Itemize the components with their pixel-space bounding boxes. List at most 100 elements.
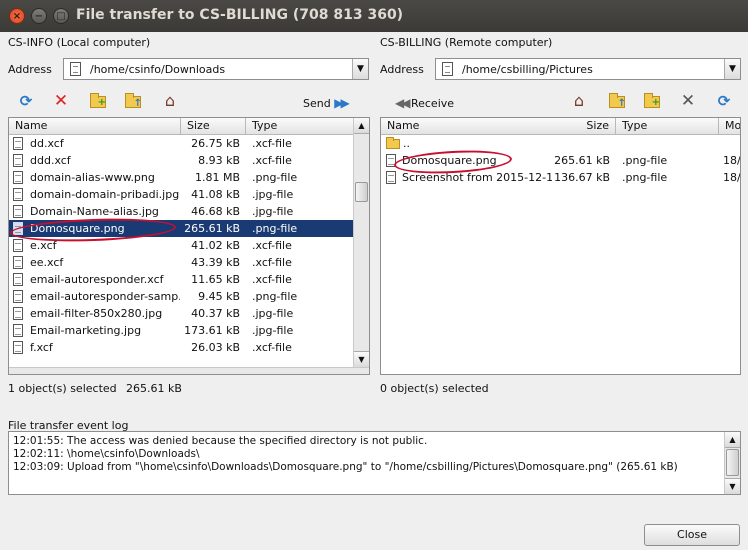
send-button[interactable]: Send ▶▶ [303, 96, 350, 110]
local-scroll-thumb[interactable] [355, 182, 368, 202]
file-icon [13, 290, 23, 303]
file-type: .png-file [622, 171, 668, 184]
local-hscrollbar[interactable] [9, 367, 369, 374]
local-file-list[interactable]: Name Size Type dd.xcf 26.75 kB .xcf-file dd… [8, 117, 370, 375]
remote-address-combo[interactable]: /home/csbilling/Pictures ▼ [435, 58, 741, 80]
local-folder-up-icon[interactable]: ↑ [124, 92, 142, 110]
local-new-folder-icon[interactable]: + [89, 92, 107, 110]
file-size: 41.02 kB [191, 239, 240, 252]
file-name: domain-alias-www.png [30, 171, 155, 184]
file-size: 11.65 kB [191, 273, 240, 286]
remote-new-folder-icon[interactable]: + [643, 92, 661, 110]
log-vscrollbar[interactable]: ▲ ▼ [724, 432, 740, 494]
file-icon [13, 222, 23, 235]
table-row[interactable]: email-filter-850x280.jpg 40.37 kB .jpg-fil… [9, 305, 355, 322]
remote-folder-up-icon[interactable]: ↑ [608, 92, 626, 110]
table-row[interactable]: ddd.xcf 8.93 kB .xcf-file [9, 152, 355, 169]
file-type: .xcf-file [252, 273, 292, 286]
window-minimize-icon[interactable]: − [31, 8, 47, 24]
local-col-size[interactable]: Size [181, 118, 246, 135]
local-delete-icon[interactable]: ✕ [52, 92, 70, 110]
scroll-down-icon[interactable]: ▼ [725, 478, 740, 494]
file-icon [386, 154, 396, 167]
file-type: .xcf-file [252, 341, 292, 354]
table-row[interactable]: domain-domain-pribadi.jpg 41.08 kB .jpg-fi… [9, 186, 355, 203]
log-line: 12:01:55: The access was denied because … [13, 435, 428, 447]
remote-heading: CS-BILLING (Remote computer) [380, 36, 553, 49]
file-size: 8.93 kB [198, 154, 240, 167]
scroll-down-icon[interactable]: ▼ [354, 351, 369, 367]
local-address-combo[interactable]: /home/csinfo/Downloads ▼ [63, 58, 369, 80]
table-row[interactable]: dd.xcf 26.75 kB .xcf-file [9, 135, 355, 152]
file-type: .xcf-file [252, 239, 292, 252]
file-type: .png-file [252, 290, 298, 303]
file-type: .png-file [622, 154, 668, 167]
scroll-up-icon[interactable]: ▲ [354, 118, 369, 134]
local-refresh-icon[interactable]: ⟳ [17, 92, 35, 110]
chevron-down-icon[interactable]: ▼ [724, 59, 740, 79]
file-modified: 18/1 [723, 171, 741, 184]
chevron-down-icon[interactable]: ▼ [352, 59, 368, 79]
table-row[interactable]: email-autoresponder.xcf 11.65 kB .xcf-file [9, 271, 355, 288]
file-name: Screenshot from 2015-12-1... [402, 171, 552, 184]
file-name: email-autoresponder.xcf [30, 273, 164, 286]
local-col-name[interactable]: Name [9, 118, 181, 135]
remote-home-icon[interactable]: ⌂ [570, 92, 588, 110]
table-row[interactable]: ee.xcf 43.39 kB .xcf-file [9, 254, 355, 271]
remote-refresh-icon[interactable]: ⟳ [715, 92, 733, 110]
file-name: domain-domain-pribadi.jpg [30, 188, 180, 201]
file-name: dd.xcf [30, 137, 64, 150]
table-row[interactable]: Email-marketing.jpg 173.61 kB .jpg-file [9, 322, 355, 339]
remote-parent-row[interactable]: .. [381, 135, 740, 152]
table-row[interactable]: Domosquare.png 265.61 kB .png-file 18/1 [381, 152, 740, 169]
file-type: .jpg-file [252, 205, 294, 218]
window-title: File transfer to CS-BILLING (708 813 360… [76, 7, 404, 23]
remote-file-list[interactable]: Name Size Type Mo .. Domosquare.png 265.6… [380, 117, 741, 375]
remote-col-modified[interactable]: Mo [719, 118, 740, 135]
file-icon [13, 324, 23, 337]
table-row[interactable]: f.xcf 26.03 kB .xcf-file [9, 339, 355, 356]
remote-col-size[interactable]: Size [531, 118, 616, 135]
file-size: 9.45 kB [198, 290, 240, 303]
file-type: .xcf-file [252, 256, 292, 269]
local-home-icon[interactable]: ⌂ [161, 92, 179, 110]
file-name: f.xcf [30, 341, 53, 354]
file-icon [13, 154, 23, 167]
file-type: .jpg-file [252, 324, 294, 337]
file-icon [13, 171, 23, 184]
file-name: Domosquare.png [30, 222, 125, 235]
file-size: 41.08 kB [191, 188, 240, 201]
file-icon [13, 239, 23, 252]
log-scroll-thumb[interactable] [726, 449, 739, 476]
table-row[interactable]: Domosquare.png 265.61 kB .png-file [9, 220, 355, 237]
file-icon [13, 188, 23, 201]
log-line: 12:02:11: \home\csinfo\Downloads\ [13, 448, 200, 460]
send-arrows-icon: ▶▶ [334, 96, 350, 110]
file-name: e.xcf [30, 239, 57, 252]
table-row[interactable]: Screenshot from 2015-12-1... 136.67 kB .pn… [381, 169, 741, 186]
local-heading: CS-INFO (Local computer) [8, 36, 151, 49]
log-line: 12:03:09: Upload from "\home\csinfo\Down… [13, 461, 678, 473]
table-row[interactable]: domain-alias-www.png 1.81 MB .png-file [9, 169, 355, 186]
local-vscrollbar[interactable]: ▲ ▼ [353, 118, 369, 367]
window-maximize-icon[interactable]: □ [53, 8, 69, 24]
file-icon [13, 205, 23, 218]
send-label: Send [303, 97, 331, 110]
window-close-icon[interactable]: × [9, 8, 25, 24]
remote-col-type[interactable]: Type [616, 118, 719, 135]
scroll-up-icon[interactable]: ▲ [725, 432, 740, 448]
file-type: .jpg-file [252, 188, 294, 201]
file-name: email-autoresponder-samp... [30, 290, 180, 303]
file-type: .png-file [252, 171, 298, 184]
close-button[interactable]: Close [644, 524, 740, 546]
table-row[interactable]: e.xcf 41.02 kB .xcf-file [9, 237, 355, 254]
table-row[interactable]: email-autoresponder-samp... 9.45 kB .png-f… [9, 288, 355, 305]
receive-button[interactable]: ◀◀ Receive [395, 96, 454, 110]
remote-delete-icon[interactable]: ✕ [679, 92, 697, 110]
local-col-type[interactable]: Type [246, 118, 355, 135]
local-status-size: 265.61 kB [126, 382, 182, 395]
file-name: email-filter-850x280.jpg [30, 307, 163, 320]
event-log[interactable]: 12:01:55: The access was denied because … [8, 431, 741, 495]
table-row[interactable]: Domain-Name-alias.jpg 46.68 kB .jpg-file [9, 203, 355, 220]
file-size: 26.03 kB [191, 341, 240, 354]
